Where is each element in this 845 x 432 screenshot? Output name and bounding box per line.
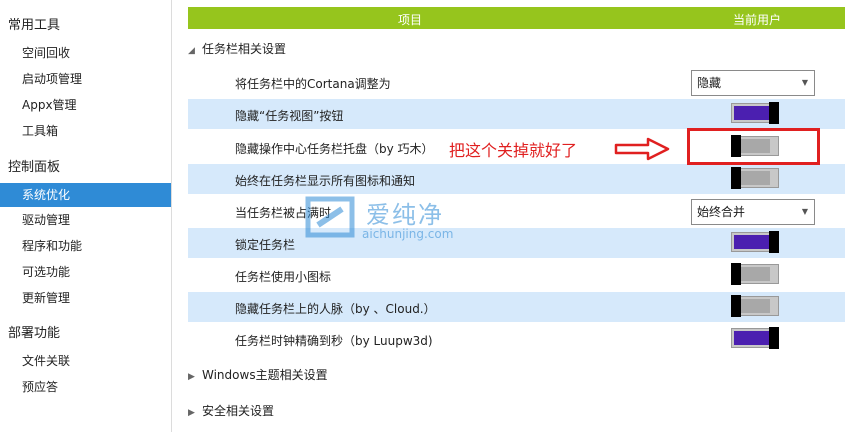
row-label: 将任务栏中的Cortana调整为 [235,77,391,91]
main-panel: 项目 当前用户 ◢ 任务栏相关设置 将任务栏中的Cortana调整为 隐藏 ▼ 隐… [173,0,845,432]
group-taskbar-label: 任务栏相关设置 [202,42,287,56]
sidebar-section-control-panel: 控制面板 [8,160,61,175]
select-value: 始终合并 [697,205,746,219]
sidebar-item-system-optimize[interactable]: 系统优化 [0,183,171,207]
watermark: 爱纯净 aichunjing.com [300,193,490,245]
row-label: 锁定任务栏 [235,238,296,252]
group-security-label: 安全相关设置 [202,404,275,418]
sidebar-section-common-tools: 常用工具 [8,18,61,33]
settings-row: 当任务栏被占满时 始终合并 ▼ [188,196,845,226]
settings-row: 锁定任务栏 [188,228,845,258]
sidebar-item-driver-manager[interactable]: 驱动管理 [0,208,171,232]
row-label: 任务栏时钟精确到秒（by Luupw3d) [235,334,433,348]
small-taskbar-icons-toggle[interactable] [731,263,779,285]
watermark-url: aichunjing.com [362,227,454,241]
group-security[interactable]: ▶ 安全相关设置 [188,399,274,423]
cortana-select[interactable]: 隐藏 ▼ [691,70,815,96]
sidebar-item-appx-manager[interactable]: Appx管理 [0,93,171,117]
taskbar-combine-select[interactable]: 始终合并 ▼ [691,199,815,225]
header-item-column: 项目 [398,13,423,27]
row-label: 隐藏操作中心任务栏托盘（by 巧木） [235,142,434,156]
sidebar-item-update-manager[interactable]: 更新管理 [0,286,171,310]
group-taskbar-settings[interactable]: ◢ 任务栏相关设置 [188,37,286,61]
sidebar-item-startup-manager[interactable]: 启动项管理 [0,67,171,91]
row-label: 隐藏任务栏上的人脉（by 、Cloud.） [235,302,436,316]
sidebar-item-unattend[interactable]: 预应答 [0,375,171,399]
watermark-logo-icon [305,196,355,238]
sidebar-item-programs-features[interactable]: 程序和功能 [0,234,171,258]
settings-row: 始终在任务栏显示所有图标和通知 [188,164,845,194]
settings-row: 任务栏时钟精确到秒（by Luupw3d) [188,324,845,354]
sidebar-section-deploy: 部署功能 [8,326,61,341]
annotation-text: 把这个关掉就好了 [449,141,578,160]
chevron-down-icon: ▼ [801,207,808,216]
row-label: 任务栏使用小图标 [235,270,332,284]
sidebar-item-toolbox[interactable]: 工具箱 [0,119,171,143]
clock-seconds-toggle[interactable] [731,327,779,349]
collapsed-triangle-icon: ▶ [188,408,195,418]
header-current-user-column: 当前用户 [733,13,782,27]
sidebar-item-file-association[interactable]: 文件关联 [0,349,171,373]
settings-row: 隐藏任务栏上的人脉（by 、Cloud.） [188,292,845,322]
expanded-triangle-icon: ◢ [188,46,195,56]
collapsed-triangle-icon: ▶ [188,372,195,382]
watermark-name: 爱纯净 [366,201,444,229]
right-arrow-icon [614,137,670,161]
sidebar: 常用工具 空间回收 启动项管理 Appx管理 工具箱 控制面板 系统优化 驱动管… [0,0,172,432]
row-label: 隐藏“任务视图”按钮 [235,109,344,123]
hide-task-view-toggle[interactable] [731,102,779,124]
settings-row: 隐藏“任务视图”按钮 [188,99,845,129]
row-label: 始终在任务栏显示所有图标和通知 [235,174,416,188]
hide-people-toggle[interactable] [731,295,779,317]
sidebar-item-optional-features[interactable]: 可选功能 [0,260,171,284]
lock-taskbar-toggle[interactable] [731,231,779,253]
settings-row: 将任务栏中的Cortana调整为 隐藏 ▼ [188,67,845,97]
settings-row: 任务栏使用小图标 [188,260,845,290]
sidebar-item-space-recycle[interactable]: 空间回收 [0,41,171,65]
group-windows-theme[interactable]: ▶ Windows主题相关设置 [188,363,328,387]
highlight-box [687,128,820,165]
group-windows-theme-label: Windows主题相关设置 [202,368,328,382]
table-header: 项目 当前用户 [188,7,845,29]
show-all-tray-icons-toggle[interactable] [731,167,779,189]
chevron-down-icon: ▼ [801,78,808,87]
select-value: 隐藏 [697,76,722,90]
